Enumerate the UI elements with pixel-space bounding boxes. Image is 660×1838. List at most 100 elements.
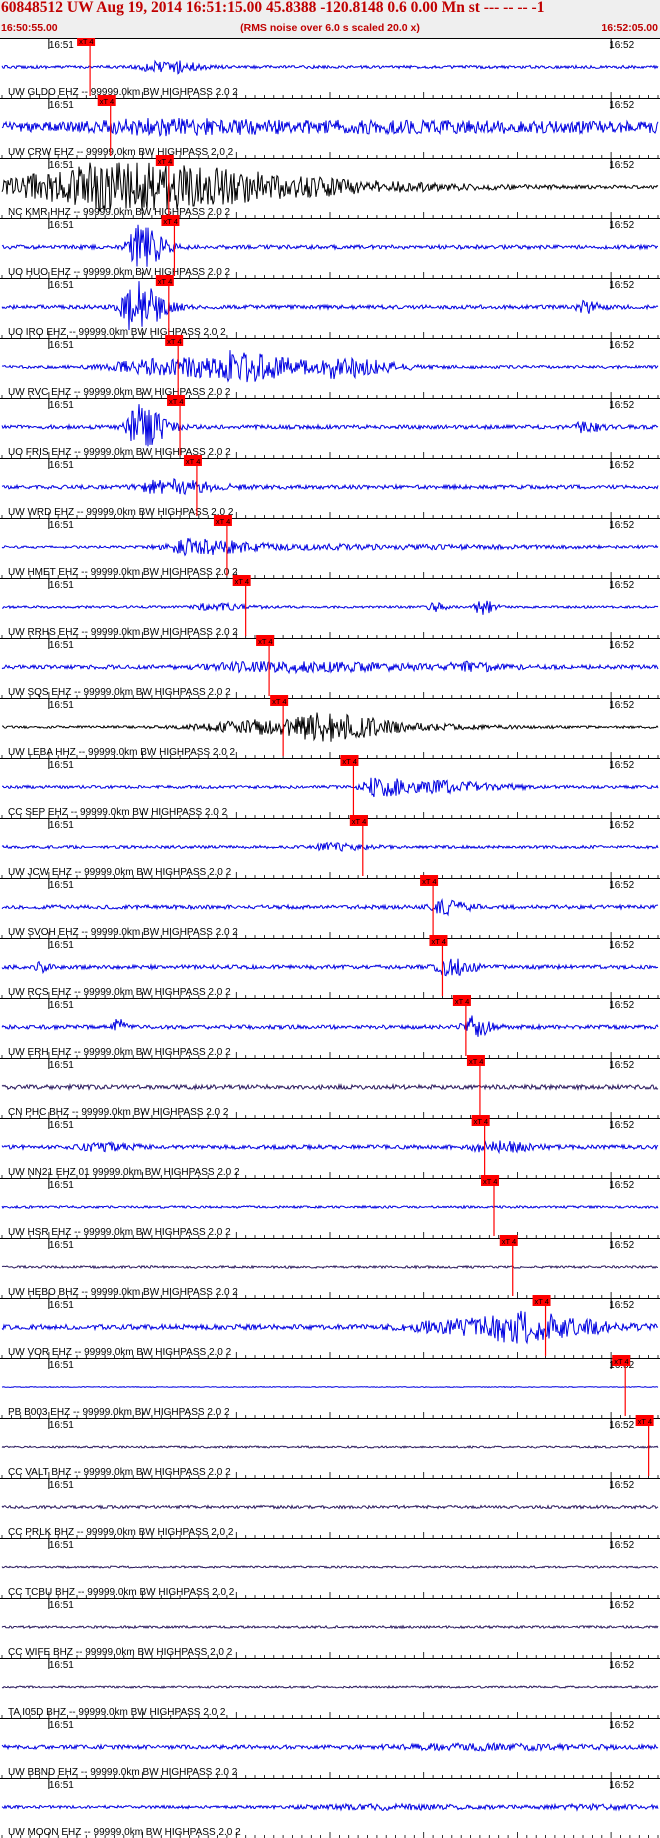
tick-label: 16:51 [49, 460, 74, 471]
tick-label: 16:52 [609, 160, 634, 171]
tick-label: 16:52 [609, 1300, 634, 1311]
waveform-trace [1, 958, 659, 977]
tick-label: 16:51 [49, 1660, 74, 1671]
pick-label: xT 4 [186, 457, 200, 466]
scaling-note: (RMS noise over 6.0 s scaled 20.0 x) [240, 22, 420, 34]
station-label: UW ERH EHZ -- 99999.0km BW HIGHPASS 2.0 … [8, 1047, 231, 1058]
tick-label: 16:51 [49, 640, 74, 651]
trace-row: 16:51 16:52 CC TCBU BHZ -- 99999.0km BW HI… [0, 1538, 660, 1598]
end-time: 16:52:05.00 [601, 22, 658, 34]
tick-label: 16:52 [609, 100, 634, 111]
tick-label: 16:52 [609, 820, 634, 831]
tick-label: 16:51 [49, 1420, 74, 1431]
tick-label: 16:52 [609, 280, 634, 291]
station-label: UW RRHS EHZ -- 99999.0km BW HIGHPASS 2.0… [8, 627, 238, 638]
station-label: CC PRLK BHZ -- 99999.0km BW HIGHPASS 2.0… [8, 1527, 234, 1538]
station-label: CC VALT BHZ -- 99999.0km BW HIGHPASS 2.0… [8, 1467, 231, 1478]
tick-label: 16:52 [609, 760, 634, 771]
tick-label: 16:51 [49, 280, 74, 291]
station-label: UW RVC EHZ -- 99999.0km BW HIGHPASS 2.0 … [8, 387, 231, 398]
pick-label: xT 4 [352, 817, 366, 826]
trace-row: 16:5116:52PB B003 EHZ -- 99999.0km BW HI… [0, 1358, 660, 1418]
waveform-trace [2, 600, 659, 615]
station-label: CC SEP EHZ -- 99999.0km BW HIGHPASS 2.0 … [8, 807, 228, 818]
pick-label: xT 4 [483, 1177, 497, 1186]
waveform-trace [1, 1741, 659, 1752]
trace-row: 16:51 16:52 UW LEBA HHZ -- 99999.0km BW HI… [0, 698, 660, 758]
station-label: UW VOR EHZ -- 99999.0km BW HIGHPASS 2.0 … [8, 1347, 232, 1358]
pick-label: xT 4 [100, 97, 114, 106]
station-label: UW SQS EHZ -- 99999.0km BW HIGHPASS 2.0 … [8, 687, 231, 698]
tick-label: 16:51 [49, 1000, 74, 1011]
pick-label: xT 4 [158, 277, 172, 286]
pick-label: xT 4 [535, 1297, 549, 1306]
tick-label: 16:52 [609, 1120, 634, 1131]
trace-row: 16:51 16:52 UW CRW EHZ -- 99999.0km BW HIG… [0, 98, 660, 158]
tick-label: 16:51 [49, 520, 74, 531]
waveform-trace [1, 162, 659, 212]
seismogram-plot: 16:51 16:52 UW GLDO EHZ -- 99999.0km BW HI… [0, 38, 660, 1838]
trace-row: 16:51 16:52 UW MOON EHZ -- 99999.0km BW HI… [0, 1778, 660, 1838]
tick-label: 16:51 [49, 1060, 74, 1071]
pick-marker: xT 4 [481, 1175, 499, 1236]
waveform-trace [1, 1445, 659, 1450]
waveform-trace [1, 1310, 659, 1345]
trace-row: 16:51 16:52 UO HUO EHZ -- 99999.0km BW HIG… [0, 218, 660, 278]
waveform-trace [1, 59, 659, 75]
station-label: UW MOON EHZ -- 99999.0km BW HIGHPASS 2.0… [8, 1827, 241, 1838]
pick-label: xT 4 [502, 1237, 516, 1246]
waveform-trace [1, 1504, 659, 1510]
pick-label: xT 4 [216, 517, 230, 526]
trace-row: 16:51 16:52 UW SQS EHZ -- 99999.0km BW HIG… [0, 638, 660, 698]
waveform-trace [1, 660, 659, 675]
pick-label: xT 4 [169, 397, 183, 406]
tick-label: 16:51 [49, 820, 74, 831]
tick-label: 16:51 [49, 340, 74, 351]
trace-row: 16:51 16:52 UW VOR EHZ -- 99999.0km BW HIG… [0, 1298, 660, 1358]
pick-label: xT 4 [258, 637, 272, 646]
tick-label: 16:51 [49, 220, 74, 231]
station-label: CC WIFE BHZ -- 99999.0km BW HIGHPASS 2.0… [8, 1647, 233, 1658]
waveform-trace [1, 350, 659, 383]
tick-label: 16:51 [49, 880, 74, 891]
tick-label: 16:52 [609, 1600, 634, 1611]
pick-label: xT 4 [342, 757, 356, 766]
pick-marker: xT 4 [499, 1235, 518, 1296]
tick-label: 16:51 [49, 1120, 74, 1131]
tick-label: 16:51 [49, 1180, 74, 1191]
station-label: PB B003 EHZ -- 99999.0km BW HIGHPASS 2.0… [8, 1407, 230, 1418]
waveform-trace [1, 281, 659, 331]
tick-label: 16:51 [49, 400, 74, 411]
waveform-trace [1, 1140, 659, 1155]
waveform-trace [1, 898, 659, 917]
station-label: TA I05D BHZ -- 99999.0km BW HIGHPASS 2.0… [8, 1707, 226, 1718]
tick-label: 16:51 [49, 1600, 74, 1611]
pick-label: xT 4 [163, 217, 177, 226]
tick-label: 16:51 [49, 1360, 74, 1371]
station-label: UW SVOH EHZ -- 99999.0km BW HIGHPASS 2.0… [8, 927, 238, 938]
tick-label: 16:52 [609, 1480, 634, 1491]
tick-label: 16:52 [609, 340, 634, 351]
waveform-trace [1, 117, 659, 138]
trace-row: 16:51 16:52 UW RRHS EHZ -- 99999.0km BW HI… [0, 578, 660, 638]
tick-label: 16:52 [609, 940, 634, 951]
waveform-trace [1, 1264, 658, 1270]
trace-row: 16:51 16:52 CN PHC BHZ -- 99999.0km BW HIG… [0, 1058, 660, 1118]
waveform-trace [1, 1015, 659, 1037]
waveform-trace [1, 841, 659, 852]
tick-label: 16:52 [609, 700, 634, 711]
station-label: UW LEBA HHZ -- 99999.0km BW HIGHPASS 2.0… [8, 747, 236, 758]
pick-label: xT 4 [469, 1057, 483, 1066]
station-label: UW HMET EHZ -- 99999.0km BW HIGHPASS 2.0… [8, 567, 238, 578]
tick-label: 16:51 [49, 1480, 74, 1491]
waveform-trace [1, 224, 658, 267]
tick-label: 16:51 [49, 760, 74, 771]
trace-row: 16:51 16:52 UW JCW EHZ -- 99999.0km BW HIG… [0, 818, 660, 878]
tick-label: 16:52 [609, 220, 634, 231]
pick-label: xT 4 [422, 877, 436, 886]
tick-label: 16:52 [609, 460, 634, 471]
pick-marker: xT 4 [471, 1115, 490, 1176]
station-label: UW WRD EHZ -- 99999.0km BW HIGHPASS 2.0 … [8, 507, 234, 518]
tick-label: 16:52 [609, 1060, 634, 1071]
tick-label: 16:51 [49, 1780, 74, 1791]
